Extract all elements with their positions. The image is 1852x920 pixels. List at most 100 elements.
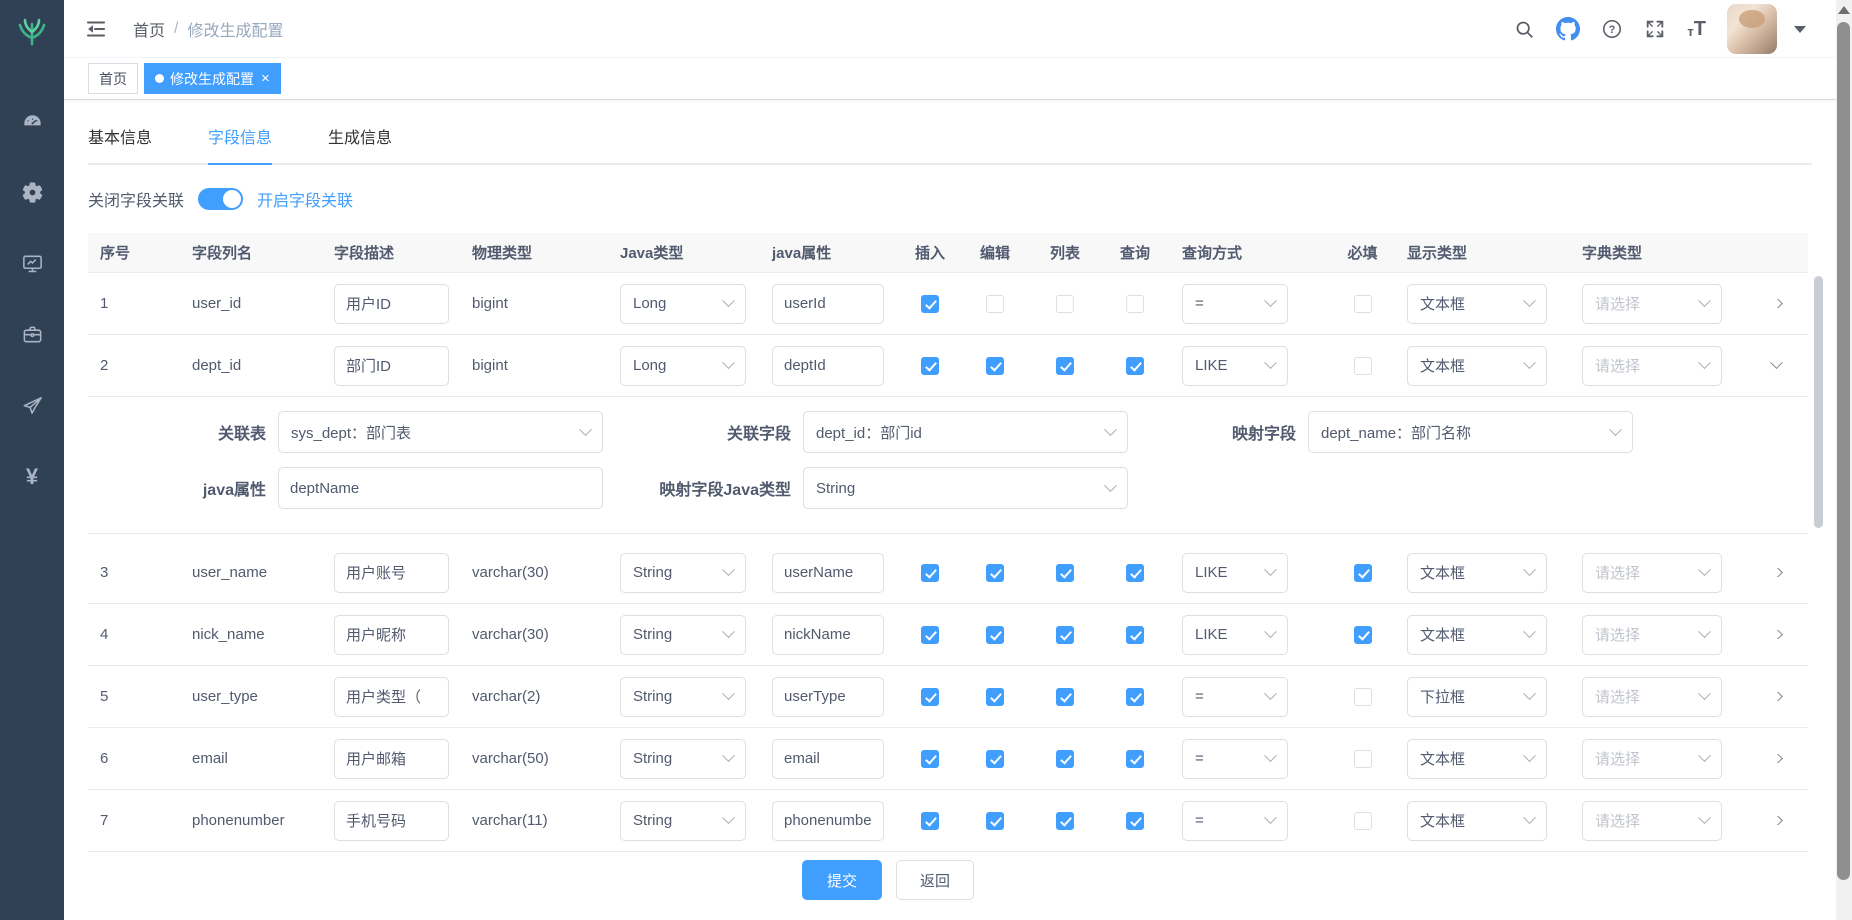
relation-field-select[interactable]: dept_id：部门id — [803, 411, 1128, 453]
edit-checkbox[interactable] — [986, 750, 1004, 768]
java_type-select[interactable]: Long — [620, 284, 746, 324]
html_type-select[interactable]: 文本框 — [1407, 739, 1547, 779]
insert-checkbox[interactable] — [921, 812, 939, 830]
dict-select[interactable]: 请选择 — [1582, 284, 1722, 324]
insert-checkbox[interactable] — [921, 295, 939, 313]
page-scrollbar[interactable] — [1836, 0, 1852, 920]
desc-input[interactable] — [334, 346, 449, 386]
query-checkbox[interactable] — [1126, 626, 1144, 644]
required-checkbox[interactable] — [1354, 626, 1372, 644]
list-checkbox[interactable] — [1056, 688, 1074, 706]
java-attribute-input[interactable] — [278, 467, 603, 509]
java_type-select[interactable]: String — [620, 553, 746, 593]
association-on-label[interactable]: 开启字段关联 — [257, 187, 353, 211]
dict-select[interactable]: 请选择 — [1582, 739, 1722, 779]
java_type-select[interactable]: String — [620, 615, 746, 655]
dict-select[interactable]: 请选择 — [1582, 553, 1722, 593]
page-scrollbar-thumb[interactable] — [1837, 22, 1850, 880]
dict-select[interactable]: 请选择 — [1582, 615, 1722, 655]
query_type-select[interactable]: = — [1182, 284, 1288, 324]
avatar[interactable] — [1727, 4, 1777, 54]
java_field-input[interactable] — [772, 615, 884, 655]
tag-current[interactable]: 修改生成配置× — [144, 63, 281, 94]
java_field-input[interactable] — [772, 284, 884, 324]
dict-select[interactable]: 请选择 — [1582, 677, 1722, 717]
expand-row-icon[interactable] — [1770, 299, 1783, 308]
mapping-field-select[interactable]: dept_name：部门名称 — [1308, 411, 1633, 453]
edit-checkbox[interactable] — [986, 812, 1004, 830]
html_type-select[interactable]: 文本框 — [1407, 801, 1547, 841]
html_type-select[interactable]: 文本框 — [1407, 284, 1547, 324]
list-checkbox[interactable] — [1056, 812, 1074, 830]
required-checkbox[interactable] — [1354, 688, 1372, 706]
expand-row-icon[interactable] — [1770, 754, 1783, 763]
sidebar-item-monitor[interactable] — [0, 228, 64, 299]
sidebar-collapse-button[interactable] — [85, 18, 107, 40]
dict-select[interactable]: 请选择 — [1582, 801, 1722, 841]
fullscreen-icon[interactable] — [1644, 18, 1666, 40]
insert-checkbox[interactable] — [921, 688, 939, 706]
relation-table-select[interactable]: sys_dept：部门表 — [278, 411, 603, 453]
desc-input[interactable] — [334, 615, 449, 655]
list-checkbox[interactable] — [1056, 626, 1074, 644]
query_type-select[interactable]: = — [1182, 739, 1288, 779]
java_field-input[interactable] — [772, 677, 884, 717]
html_type-select[interactable]: 文本框 — [1407, 346, 1547, 386]
desc-input[interactable] — [334, 284, 449, 324]
sidebar-item-dashboard[interactable] — [0, 86, 64, 157]
search-icon[interactable] — [1514, 19, 1535, 40]
insert-checkbox[interactable] — [921, 626, 939, 644]
font-size-icon[interactable]: тT — [1687, 20, 1706, 38]
tab-basic-info[interactable]: 基本信息 — [88, 128, 152, 163]
expand-row-icon[interactable] — [1770, 568, 1783, 577]
desc-input[interactable] — [334, 801, 449, 841]
desc-input[interactable] — [334, 739, 449, 779]
help-icon[interactable]: ? — [1601, 18, 1623, 40]
tab-field-info[interactable]: 字段信息 — [208, 128, 272, 165]
query-checkbox[interactable] — [1126, 812, 1144, 830]
java_field-input[interactable] — [772, 346, 884, 386]
query_type-select[interactable]: LIKE — [1182, 553, 1288, 593]
app-logo[interactable] — [0, 0, 64, 64]
java_type-select[interactable]: String — [620, 801, 746, 841]
insert-checkbox[interactable] — [921, 357, 939, 375]
edit-checkbox[interactable] — [986, 688, 1004, 706]
java_type-select[interactable]: String — [620, 677, 746, 717]
edit-checkbox[interactable] — [986, 626, 1004, 644]
html_type-select[interactable]: 文本框 — [1407, 553, 1547, 593]
field-association-toggle[interactable] — [198, 188, 243, 210]
query_type-select[interactable]: LIKE — [1182, 346, 1288, 386]
list-checkbox[interactable] — [1056, 295, 1074, 313]
expand-row-icon[interactable] — [1770, 630, 1783, 639]
html_type-select[interactable]: 下拉框 — [1407, 677, 1547, 717]
query-checkbox[interactable] — [1126, 688, 1144, 706]
table-scrollbar-thumb[interactable] — [1814, 276, 1823, 528]
html_type-select[interactable]: 文本框 — [1407, 615, 1547, 655]
chevron-down-icon[interactable] — [1794, 26, 1806, 33]
query_type-select[interactable]: LIKE — [1182, 615, 1288, 655]
java_type-select[interactable]: Long — [620, 346, 746, 386]
tab-generate-info[interactable]: 生成信息 — [328, 128, 392, 163]
list-checkbox[interactable] — [1056, 357, 1074, 375]
list-checkbox[interactable] — [1056, 564, 1074, 582]
query-checkbox[interactable] — [1126, 564, 1144, 582]
edit-checkbox[interactable] — [986, 564, 1004, 582]
sidebar-item-pay[interactable]: ¥ — [0, 441, 64, 512]
sidebar-item-guide[interactable] — [0, 370, 64, 441]
query_type-select[interactable]: = — [1182, 677, 1288, 717]
edit-checkbox[interactable] — [986, 357, 1004, 375]
java_field-input[interactable] — [772, 553, 884, 593]
collapse-row-icon[interactable] — [1770, 361, 1783, 369]
mapping-java-type-select[interactable]: String — [803, 467, 1128, 509]
desc-input[interactable] — [334, 553, 449, 593]
java_type-select[interactable]: String — [620, 739, 746, 779]
query-checkbox[interactable] — [1126, 357, 1144, 375]
breadcrumb-home[interactable]: 首页 — [133, 17, 165, 41]
github-icon[interactable] — [1556, 17, 1580, 41]
back-button[interactable]: 返回 — [896, 860, 974, 900]
query-checkbox[interactable] — [1126, 750, 1144, 768]
required-checkbox[interactable] — [1354, 357, 1372, 375]
tag-home[interactable]: 首页 — [88, 63, 138, 94]
expand-row-icon[interactable] — [1770, 692, 1783, 701]
desc-input[interactable] — [334, 677, 449, 717]
